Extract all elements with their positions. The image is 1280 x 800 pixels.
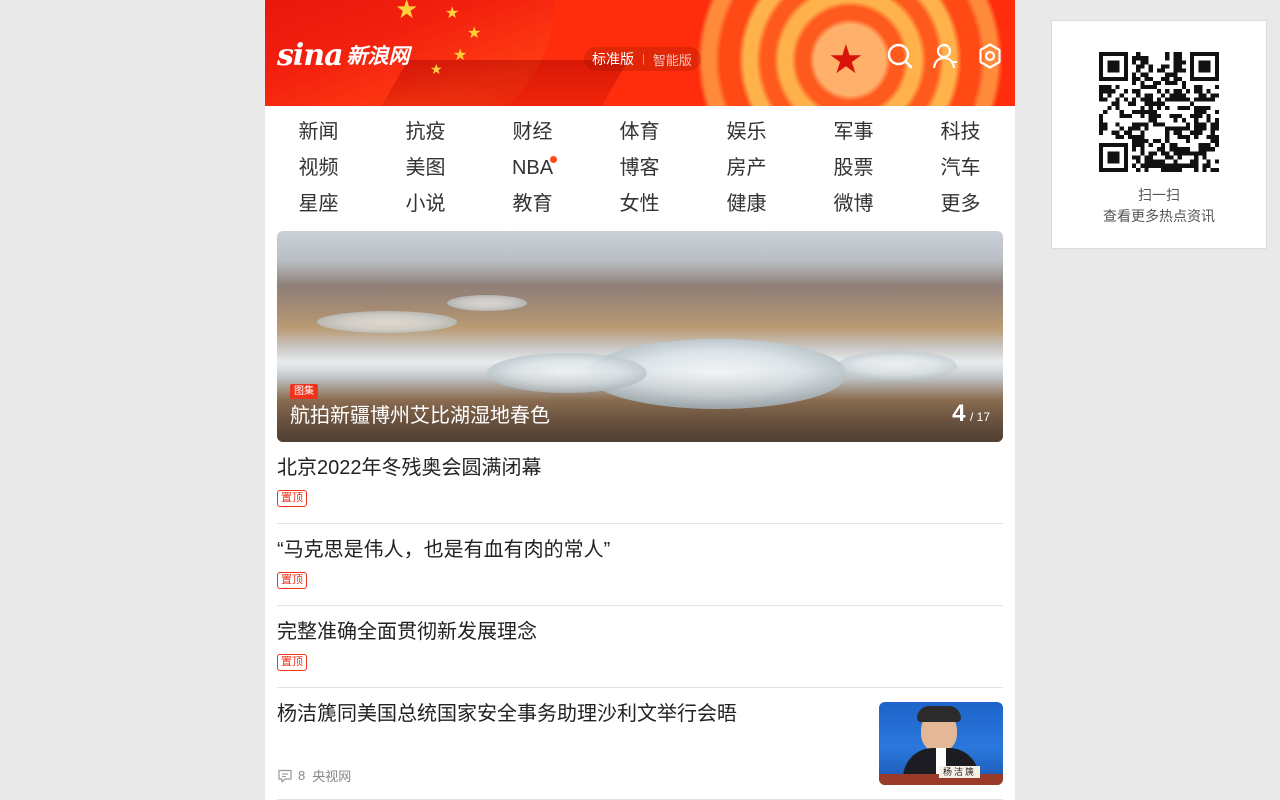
nav-item[interactable]: 微博 — [800, 186, 907, 222]
nav-item[interactable]: 博客 — [586, 150, 693, 186]
nav-item-label: 微博 — [833, 193, 874, 215]
logo-mark: sina — [277, 37, 344, 73]
nav-item-label: 教育 — [512, 193, 553, 215]
star-decoration: ★ — [467, 25, 482, 42]
pinned-badge: 置顶 — [277, 490, 307, 507]
search-icon[interactable] — [886, 42, 914, 70]
nav-item-label: 博客 — [619, 157, 660, 179]
nav-item[interactable]: NBA — [479, 150, 586, 186]
nav-item[interactable]: 抗疫 — [372, 114, 479, 150]
nav-item[interactable]: 女性 — [586, 186, 693, 222]
nav-item-label: 女性 — [619, 193, 660, 215]
channel-grid: 新闻 抗疫 财经 体育 娱乐 军事 科技视频 美图 NBA 博客 房产 股票 汽车星座 小说 教育 女性 健康 微… — [265, 114, 1015, 222]
gallery-counter: 4 / 17 — [952, 399, 990, 432]
qr-hint-text: 查看更多热点资讯 — [1103, 208, 1215, 224]
new-indicator-dot — [550, 156, 557, 163]
gallery-current: 4 — [952, 400, 966, 427]
star-decoration: ★ — [430, 61, 443, 77]
user-icon[interactable] — [931, 42, 959, 70]
version-standard[interactable]: 标准版 — [592, 49, 634, 69]
nav-item[interactable]: 科技 — [907, 114, 1014, 150]
pinned-badge: 置顶 — [277, 654, 307, 671]
gallery-tag: 图集 — [290, 384, 318, 399]
news-title[interactable]: 杨洁篪同美国总统国家安全事务助理沙利文举行会晤 — [277, 700, 737, 728]
nav-item[interactable]: 视频 — [265, 150, 372, 186]
hero-gallery[interactable]: 图集 航拍新疆博州艾比湖湿地春色 4 / 17 — [277, 231, 1003, 442]
qr-scan-text: 扫一扫 — [1138, 187, 1180, 203]
star-decoration: ★ — [445, 5, 460, 22]
news-item[interactable]: 北京2022年冬残奥会圆满闭幕 置顶 — [277, 442, 1003, 524]
nav-item-label: 汽车 — [940, 157, 981, 179]
nav-item[interactable]: 美图 — [372, 150, 479, 186]
star-decoration: ★ — [453, 47, 468, 64]
nav-item[interactable]: 股票 — [800, 150, 907, 186]
settings-icon[interactable] — [976, 42, 1004, 70]
qr-code-card: 扫一扫 查看更多热点资讯 — [1051, 20, 1267, 249]
nav-item-label: 军事 — [833, 121, 874, 143]
comment-count: 8 — [298, 768, 306, 783]
nav-item-label: 房产 — [726, 157, 767, 179]
nav-item-label: 股票 — [833, 157, 874, 179]
nav-item[interactable]: 军事 — [800, 114, 907, 150]
news-thumbnail[interactable]: 杨洁篪 — [879, 702, 1003, 785]
channel-nav: 新闻 抗疫 财经 体育 娱乐 军事 科技视频 美图 NBA 博客 房产 股票 汽车星座 小说 教育 女性 健康 微… — [265, 106, 1015, 228]
news-item[interactable]: “马克思是伟人，也是有血有肉的常人” 置顶 — [277, 524, 1003, 606]
nav-item[interactable]: 新闻 — [265, 114, 372, 150]
nav-item[interactable]: 更多 — [907, 186, 1014, 222]
nav-item-label: 更多 — [940, 193, 981, 215]
news-meta: 8 央视网 — [277, 766, 351, 785]
nav-item[interactable]: 娱乐 — [693, 114, 800, 150]
nav-item[interactable]: 房产 — [693, 150, 800, 186]
nav-item-label: 小说 — [405, 193, 446, 215]
nav-item-label: 科技 — [940, 121, 981, 143]
news-item[interactable]: 杨洁篪同美国总统国家安全事务助理沙利文举行会晤 8 央视网 杨洁篪 — [277, 688, 1003, 800]
mobile-page: ★ ★ ★ ★ ★ ★ sina 新浪网 标准版 | 智能版 新闻抗疫 财经 体… — [265, 0, 1015, 800]
nav-item-label: 新闻 — [298, 121, 339, 143]
sina-logo[interactable]: sina 新浪网 — [277, 37, 410, 73]
qr-code-image[interactable] — [1099, 52, 1219, 172]
news-title[interactable]: 完整准确全面贯彻新发展理念 — [277, 618, 537, 646]
nav-item[interactable]: 汽车 — [907, 150, 1014, 186]
nav-item-label: 健康 — [726, 193, 767, 215]
news-title[interactable]: “马克思是伟人，也是有血有肉的常人” — [277, 536, 610, 564]
version-smart[interactable]: 智能版 — [653, 50, 692, 69]
nav-item[interactable]: 星座 — [265, 186, 372, 222]
nav-item-label: 财经 — [512, 121, 553, 143]
nav-item[interactable]: 健康 — [693, 186, 800, 222]
nav-item-label: 美图 — [405, 157, 446, 179]
nav-item[interactable]: 财经 — [479, 114, 586, 150]
center-star: ★ — [828, 38, 864, 82]
nav-item-label: 体育 — [619, 121, 660, 143]
version-toggle[interactable]: 标准版 | 智能版 — [584, 47, 701, 71]
news-title[interactable]: 北京2022年冬残奥会圆满闭幕 — [277, 454, 542, 482]
nav-item-label: 视频 — [298, 157, 339, 179]
nav-item-label: 抗疫 — [405, 121, 446, 143]
nav-item-label: NBA — [511, 157, 554, 179]
star-decoration: ★ — [395, 0, 419, 24]
gallery-total: / 17 — [969, 410, 990, 424]
logo-text: 新浪网 — [346, 45, 410, 68]
gallery-title[interactable]: 航拍新疆博州艾比湖湿地春色 — [290, 402, 550, 430]
header-banner: ★ ★ ★ ★ ★ ★ sina 新浪网 标准版 | 智能版 — [265, 0, 1015, 106]
thumbnail-caption: 杨洁篪 — [939, 766, 981, 778]
nav-item[interactable]: 体育 — [586, 114, 693, 150]
pinned-badge: 置顶 — [277, 572, 307, 589]
nav-item[interactable]: 教育 — [479, 186, 586, 222]
nav-item-label: 星座 — [298, 193, 339, 215]
nav-item[interactable]: 小说 — [372, 186, 479, 222]
comment-icon — [278, 769, 292, 783]
news-item[interactable]: 完整准确全面贯彻新发展理念 置顶 — [277, 606, 1003, 688]
nav-item-label: 娱乐 — [726, 121, 767, 143]
news-source: 央视网 — [312, 769, 352, 784]
